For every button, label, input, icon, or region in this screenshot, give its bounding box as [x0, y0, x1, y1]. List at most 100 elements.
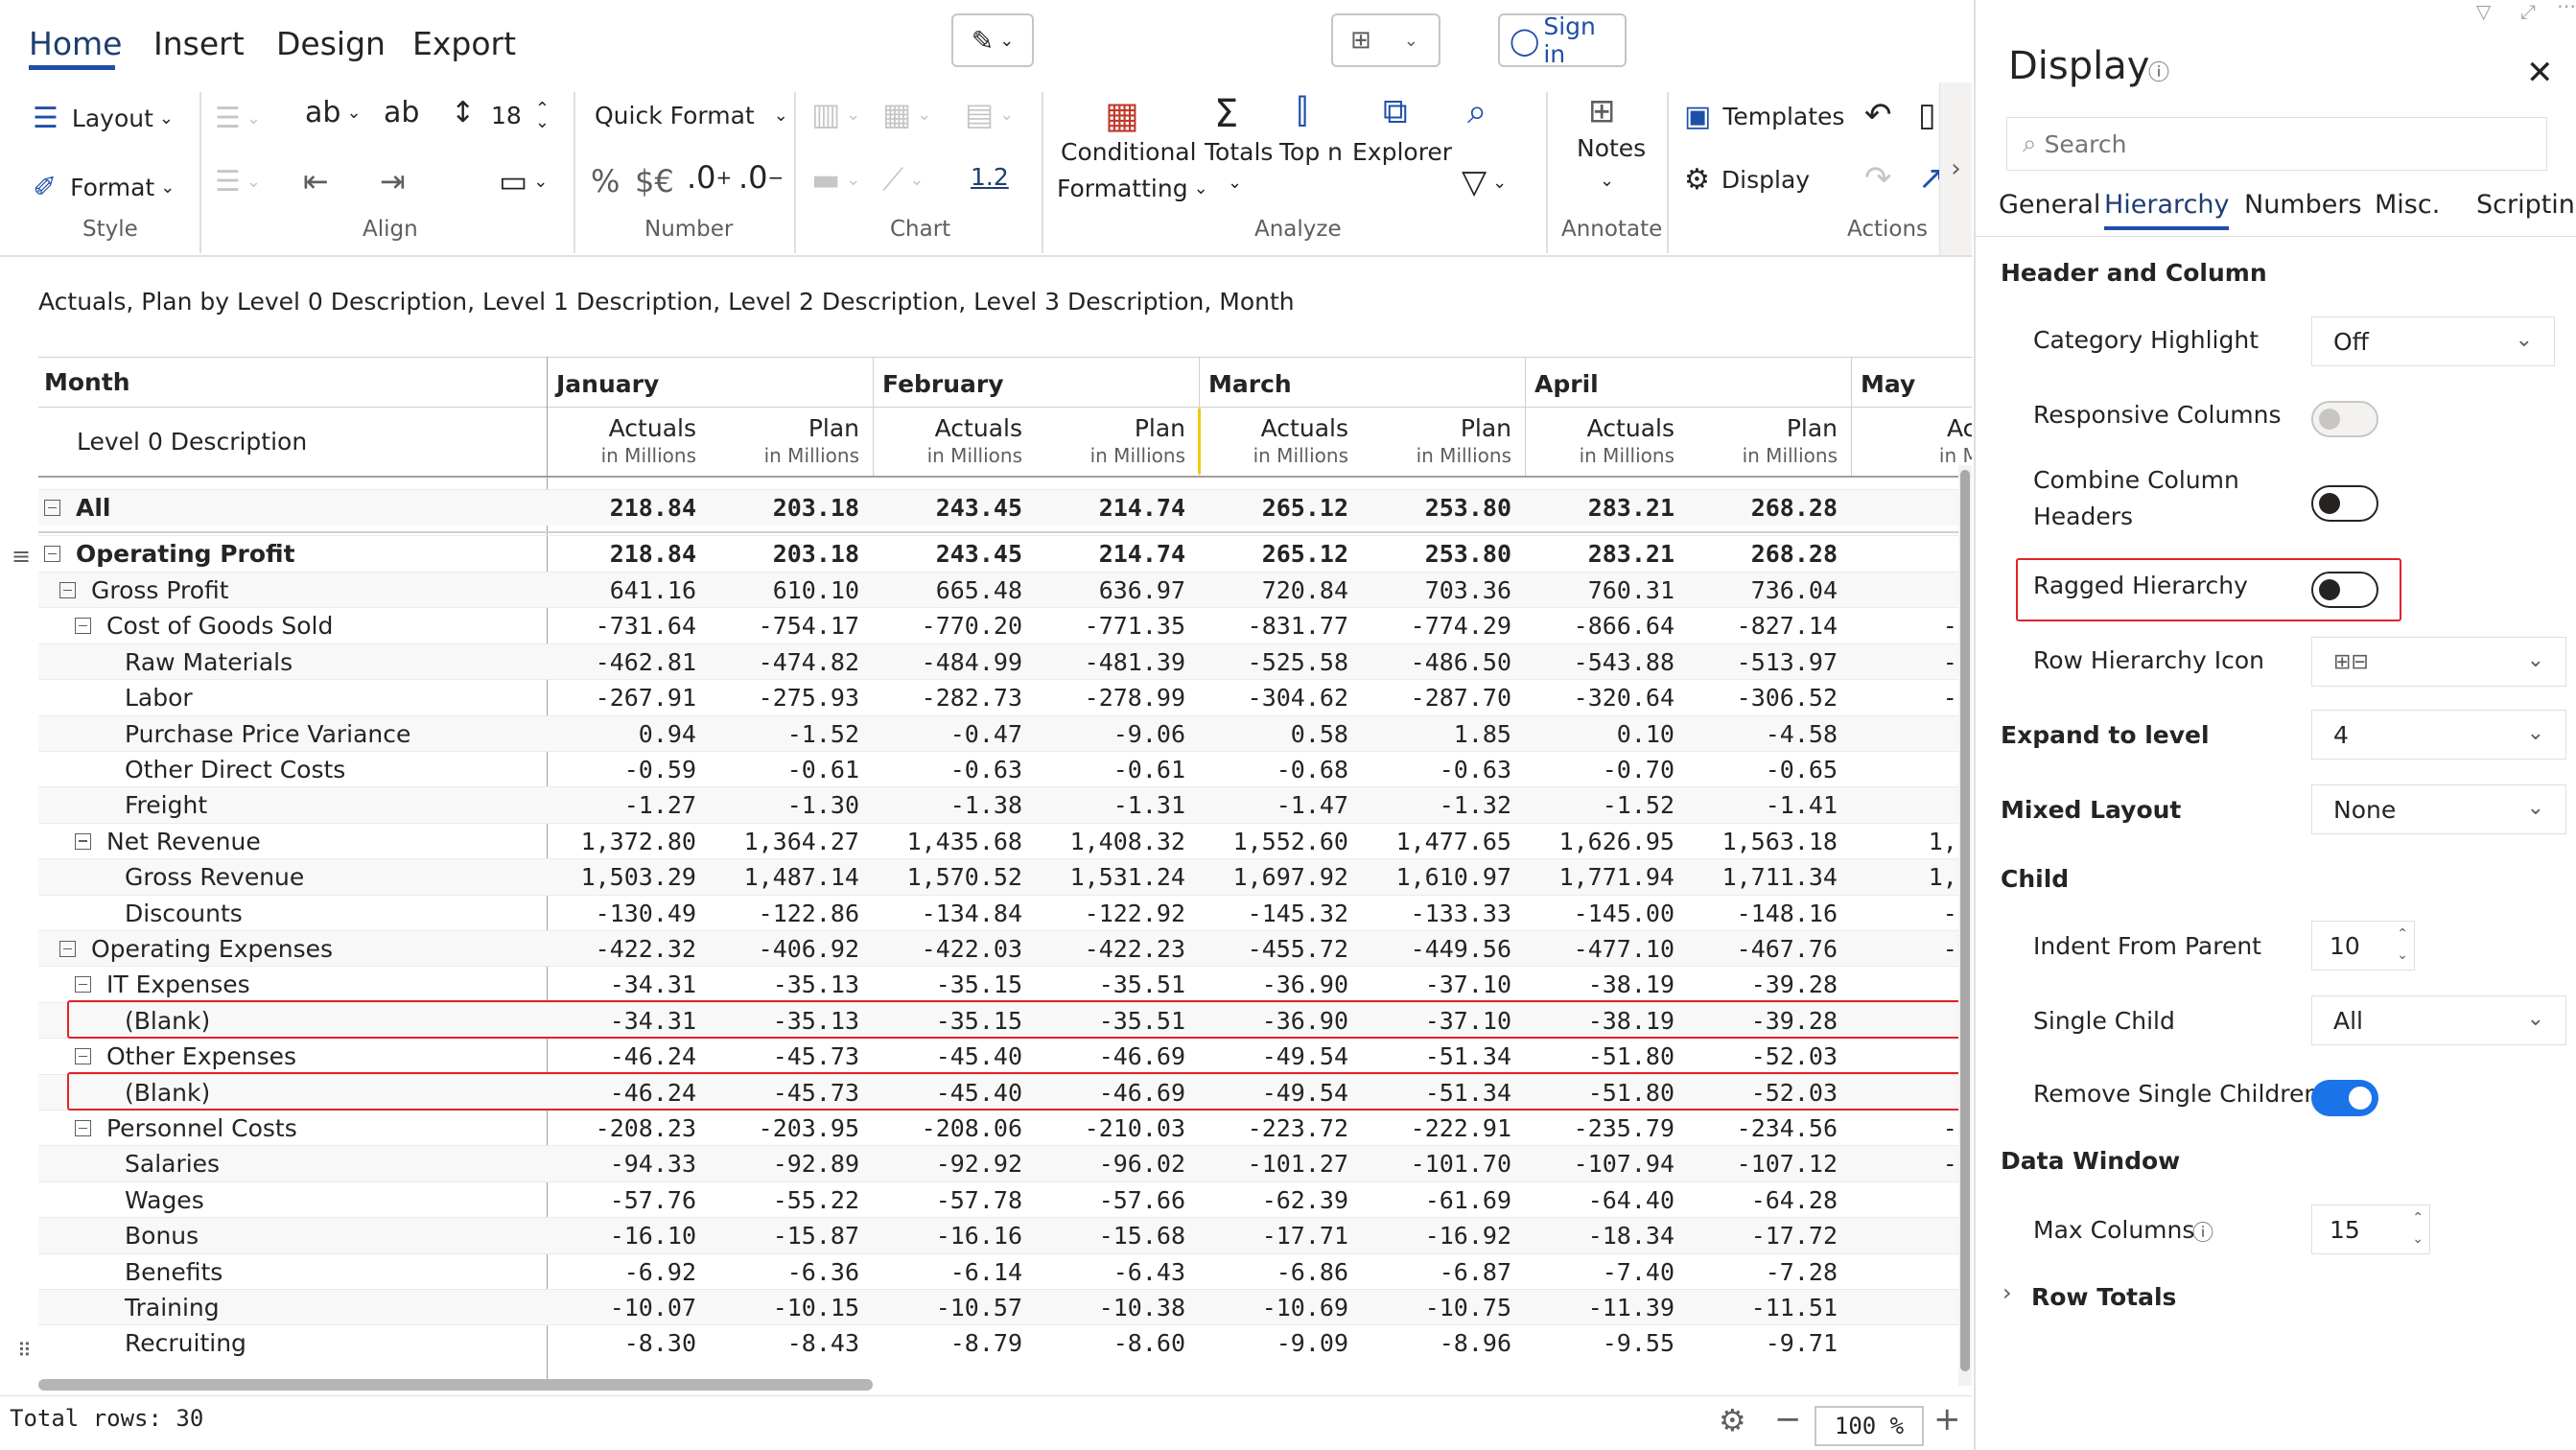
data-cell[interactable]: 1,503.29	[547, 859, 710, 895]
data-cell[interactable]: -94.33	[547, 1146, 710, 1181]
data-cell[interactable]: -304.62	[1199, 680, 1362, 715]
data-cell[interactable]: -57.66	[1036, 1182, 1199, 1218]
data-cell[interactable]: -62.39	[1199, 1182, 1362, 1218]
add-visual-button[interactable]: ⊞ ⌄	[1331, 13, 1440, 67]
table-row[interactable]: Cost of Goods Sold -731.64 -754.17 -770.20-…	[38, 607, 1972, 643]
data-cell[interactable]: -6.92	[547, 1254, 710, 1290]
collapse-icon[interactable]	[75, 976, 91, 994]
panel-tab-misc[interactable]: Misc.	[2375, 190, 2440, 220]
data-cell[interactable]: -1.52	[710, 716, 873, 752]
vertical-scrollbar[interactable]	[1960, 470, 1970, 1371]
data-cell[interactable]: -51.34	[1362, 1039, 1525, 1074]
data-cell[interactable]: -51.80	[1525, 1039, 1688, 1074]
data-cell[interactable]: 265.12	[1199, 490, 1362, 526]
measure-header[interactable]: Actuals in Millions	[547, 414, 710, 467]
data-cell[interactable]: 218.84	[547, 490, 710, 526]
data-cell[interactable]: -101.27	[1199, 1146, 1362, 1181]
data-cell[interactable]: -770.20	[873, 608, 1036, 643]
data-cell[interactable]: -0.47	[873, 716, 1036, 752]
single-child-dropdown[interactable]: All ⌄	[2311, 995, 2566, 1045]
data-cell[interactable]: -9.55	[1525, 1325, 1688, 1361]
data-cell[interactable]: -57.78	[873, 1182, 1036, 1218]
data-cell[interactable]: 203.18	[710, 536, 873, 572]
data-cell[interactable]: -481.39	[1036, 644, 1199, 680]
tab-insert[interactable]: Insert	[153, 25, 245, 62]
cell-border-button[interactable]: ▭ ⌄	[499, 163, 548, 199]
data-cell[interactable]: 214.74	[1036, 490, 1199, 526]
data-cell[interactable]: -235.79	[1525, 1111, 1688, 1146]
data-cell[interactable]: -903	[1851, 608, 1972, 643]
data-cell[interactable]: -334	[1851, 680, 1972, 715]
decrease-decimal-button[interactable]: .0−	[738, 159, 784, 196]
data-cell[interactable]: 203.18	[710, 490, 873, 526]
data-cell[interactable]: -10.07	[547, 1290, 710, 1325]
table-row[interactable]: Recruiting -8.30 -8.43 -8.79 -8.60 -9.09 -8.96…	[38, 1324, 1972, 1361]
data-cell[interactable]: 1,531.24	[1036, 859, 1199, 895]
data-cell[interactable]: 253.80	[1362, 536, 1525, 572]
data-cell[interactable]: -16.16	[873, 1218, 1036, 1253]
data-cell[interactable]: -8.30	[547, 1325, 710, 1361]
table-row[interactable]: Labor -267.91 -275.93 -282.73 -278.99 -304.62…	[38, 679, 1972, 715]
data-cell[interactable]: -484.99	[873, 644, 1036, 680]
data-cell[interactable]: -754.17	[710, 608, 873, 643]
zoom-in-button[interactable]: +	[1933, 1400, 1961, 1438]
data-cell[interactable]: -45.73	[710, 1039, 873, 1074]
header-level-description[interactable]: Level 0 Description	[77, 428, 307, 456]
topn-button[interactable]: Top n	[1279, 138, 1343, 166]
remove-single-children-toggle[interactable]	[2311, 1080, 2378, 1116]
data-cell[interactable]: -52.03	[1688, 1039, 1851, 1074]
data-cell[interactable]: -771.35	[1036, 608, 1199, 643]
templates-button[interactable]: ▣ Templates	[1684, 100, 1844, 133]
data-cell[interactable]: -306.52	[1688, 680, 1851, 715]
data-cell[interactable]: -222.91	[1362, 1111, 1525, 1146]
indent-from-parent-stepper[interactable]: 10 ⌃ ⌄	[2311, 921, 2415, 971]
data-cell[interactable]: -467.76	[1688, 931, 1851, 967]
table-row[interactable]: Discounts -130.49 -122.86 -134.84 -122.92 -14…	[38, 894, 1972, 931]
data-cell[interactable]: -0.70	[1525, 752, 1688, 787]
data-cell[interactable]: -210.03	[1036, 1111, 1199, 1146]
data-cell[interactable]: -7	[1851, 1254, 1973, 1290]
data-cell[interactable]: -10	[1851, 1325, 1972, 1361]
measure-header[interactable]: Plan in Millions	[710, 414, 873, 467]
data-cell[interactable]: 253.80	[1362, 490, 1525, 526]
layout-dropdown[interactable]: ☰ Layout ⌄	[33, 102, 174, 135]
data-cell[interactable]: -203.95	[710, 1111, 873, 1146]
data-cell[interactable]: -223.72	[1199, 1111, 1362, 1146]
tab-design[interactable]: Design	[276, 25, 386, 62]
data-cell[interactable]: -6.86	[1199, 1254, 1362, 1290]
data-cell[interactable]: -55	[1851, 1039, 1972, 1074]
data-cell[interactable]: -1.32	[1362, 787, 1525, 823]
data-cell[interactable]: -501	[1851, 931, 1972, 967]
data-cell[interactable]: -18.34	[1525, 1218, 1688, 1253]
data-cell[interactable]: -107.94	[1525, 1146, 1688, 1181]
line-chart-button[interactable]: ⟋ ⌄	[882, 161, 925, 199]
horizontal-scrollbar[interactable]	[38, 1379, 873, 1391]
data-cell[interactable]: -46.69	[1036, 1039, 1199, 1074]
zoom-out-button[interactable]: −	[1774, 1400, 1802, 1438]
data-cell[interactable]: -10.69	[1199, 1290, 1362, 1325]
outdent-button[interactable]: ⇤	[303, 163, 329, 199]
stepper-arrows-icon[interactable]: ⌃ ⌄	[2412, 1207, 2424, 1250]
data-cell[interactable]: -282.73	[873, 680, 1036, 715]
data-cell[interactable]: -462.81	[547, 644, 710, 680]
data-cell[interactable]: -252	[1851, 1111, 1972, 1146]
data-cell[interactable]: -275.93	[710, 680, 873, 715]
data-cell[interactable]: 243.45	[873, 490, 1036, 526]
data-cell[interactable]: 218.84	[547, 536, 710, 572]
chevron-right-icon[interactable]: ›	[2002, 1279, 2012, 1306]
data-cell[interactable]: -406.92	[710, 931, 873, 967]
column-resize-handle[interactable]	[1198, 409, 1201, 474]
font-size-stepper[interactable]: 18 ⌃ ⌄	[491, 100, 550, 130]
data-cell[interactable]: -19	[1851, 1218, 1972, 1253]
combine-headers-toggle[interactable]	[2311, 485, 2378, 522]
measure-header[interactable]: Plan in Millions	[1036, 414, 1199, 467]
data-cell[interactable]: -122.86	[710, 896, 873, 931]
month-header[interactable]: March	[1208, 370, 1292, 398]
data-cell[interactable]: 0.10	[1525, 716, 1688, 752]
data-cell[interactable]: 1.85	[1362, 716, 1525, 752]
table-row[interactable]: Operating Profit 218.84 203.18 243.45 214.74…	[38, 535, 1972, 572]
month-header[interactable]: January	[556, 370, 659, 398]
display-button[interactable]: ⚙ Display	[1684, 163, 1810, 197]
collapse-icon[interactable]	[75, 1120, 91, 1136]
collapse-icon[interactable]	[44, 546, 60, 562]
